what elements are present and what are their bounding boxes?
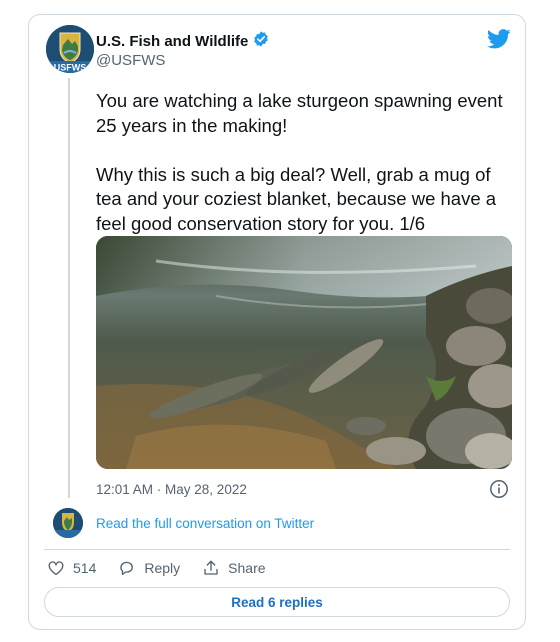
author-avatar[interactable]: USFWS	[46, 25, 94, 73]
tweet-timestamp[interactable]: 12:01 AM · May 28, 2022	[96, 482, 247, 497]
svg-text:USFWS: USFWS	[54, 63, 87, 73]
reply-icon	[118, 559, 136, 577]
author-name[interactable]: U.S. Fish and Wildlife	[96, 33, 248, 50]
tweet-card: USFWS U.S. Fish and Wildlife @USFWS You …	[28, 14, 526, 630]
heart-icon	[47, 559, 65, 577]
thread-line	[68, 78, 70, 498]
video-thumbnail[interactable]	[96, 236, 512, 469]
conversation-avatar[interactable]	[53, 508, 83, 538]
verified-badge-icon	[252, 30, 270, 53]
share-label: Share	[228, 560, 266, 576]
reply-label: Reply	[144, 560, 181, 576]
read-replies-button[interactable]: Read 6 replies	[44, 587, 510, 617]
author-name-row: U.S. Fish and Wildlife	[96, 30, 270, 53]
share-button[interactable]: Share	[202, 559, 266, 577]
tweet-text: You are watching a lake sturgeon spawnin…	[96, 90, 503, 234]
like-button[interactable]: 514	[47, 559, 96, 577]
reply-button[interactable]: Reply	[118, 559, 180, 577]
tweet-actions: 514 Reply Share	[47, 557, 288, 579]
like-count: 514	[73, 560, 97, 576]
info-icon[interactable]	[489, 479, 509, 504]
author-handle[interactable]: @USFWS	[96, 52, 165, 69]
share-icon	[202, 559, 220, 577]
read-conversation-link[interactable]: Read the full conversation on Twitter	[96, 516, 314, 531]
twitter-bird-icon[interactable]	[486, 29, 511, 54]
divider	[44, 549, 510, 550]
